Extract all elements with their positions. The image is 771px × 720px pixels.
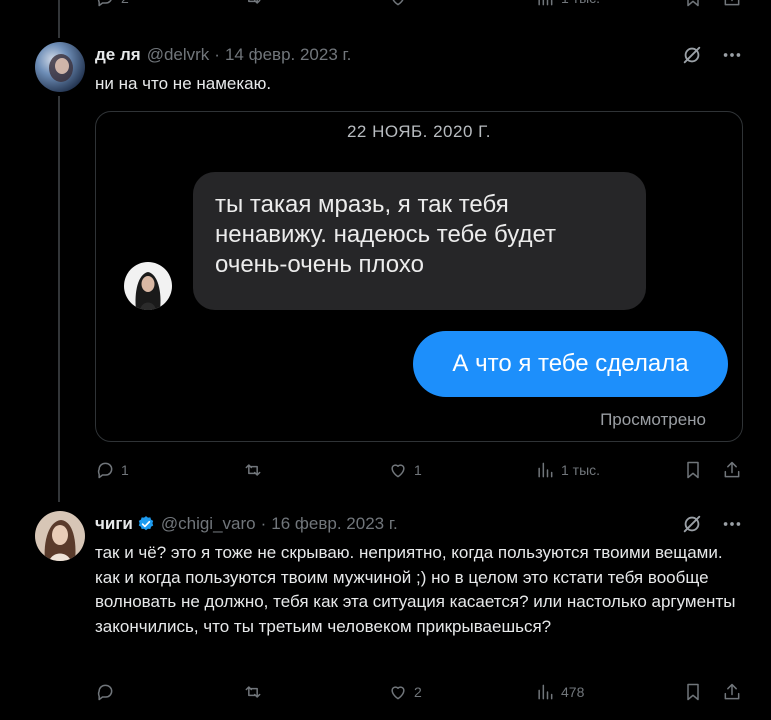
- share-button[interactable]: [722, 460, 742, 480]
- more-icon[interactable]: [721, 513, 743, 535]
- verified-icon: [138, 516, 154, 531]
- views-icon: [538, 462, 553, 478]
- views-count: 1 тыс.: [561, 0, 600, 8]
- grok-icon[interactable]: [681, 513, 703, 535]
- bookmark-button[interactable]: [683, 460, 703, 480]
- tweet-text: ни на что не намекаю.: [95, 74, 272, 93]
- tweet-media-screenshot[interactable]: 22 НОЯБ. 2020 Г. ты такая мразь, я так т…: [95, 111, 743, 442]
- reply-count: 1: [121, 462, 129, 478]
- reply-icon: [97, 0, 112, 7]
- views-icon: [538, 0, 553, 6]
- tweet2-action-row: 2 478: [95, 682, 745, 702]
- display-name[interactable]: де ля: [95, 45, 141, 65]
- views-icon: [538, 684, 553, 700]
- chat-date-header: 22 НОЯБ. 2020 Г.: [346, 122, 492, 141]
- like-icon: [392, 0, 404, 6]
- like-count: 1: [414, 462, 422, 478]
- retweet-button[interactable]: [243, 0, 263, 8]
- display-name[interactable]: чиги: [95, 514, 133, 534]
- thread-line-top: [58, 0, 60, 38]
- tweet-date[interactable]: 14 февр. 2023 г.: [225, 45, 351, 65]
- views-button[interactable]: 1 тыс.: [535, 460, 600, 480]
- user-handle[interactable]: @delvrk: [147, 45, 210, 65]
- like-count: 2: [414, 684, 422, 700]
- avatar[interactable]: [35, 42, 85, 92]
- outgoing-message-bubble: А что я тебе сделала: [413, 331, 728, 397]
- reply-button[interactable]: [95, 682, 115, 702]
- share-icon: [724, 461, 740, 478]
- bookmark-button[interactable]: [683, 0, 703, 8]
- views-count: 1 тыс.: [561, 462, 601, 478]
- tweet1-action-row: 1 1 1 тыс.: [95, 460, 745, 480]
- like-icon: [391, 464, 405, 478]
- like-button[interactable]: [388, 0, 408, 8]
- share-icon: [724, 683, 740, 700]
- bookmark-button[interactable]: [683, 682, 703, 702]
- reply-button[interactable]: 1: [95, 460, 129, 480]
- share-button[interactable]: [722, 0, 742, 8]
- reply-icon: [97, 462, 113, 479]
- avatar[interactable]: [35, 511, 85, 561]
- like-button[interactable]: 1: [388, 460, 422, 480]
- grok-icon[interactable]: [681, 44, 703, 66]
- bookmark-icon: [687, 461, 699, 479]
- reply-icon: [97, 684, 113, 701]
- retweet-icon: [245, 464, 261, 476]
- tweet2-header-icons: [681, 513, 743, 535]
- user-handle[interactable]: @chigi_varo: [161, 514, 256, 534]
- retweet-button[interactable]: [243, 682, 263, 702]
- views-button[interactable]: 478: [535, 682, 584, 702]
- tweet1-header-icons: [681, 44, 743, 66]
- tweet-text: так и чё? это я тоже не скрываю. неприят…: [95, 543, 736, 636]
- bookmark-icon: [687, 0, 699, 7]
- more-icon[interactable]: [721, 44, 743, 66]
- incoming-message-bubble: ты такая мразь, я так тебя ненавижу. над…: [193, 172, 646, 310]
- views-button[interactable]: 1 тыс.: [535, 0, 600, 8]
- chat-avatar: [124, 262, 172, 310]
- tweet1-header: де ля @delvrk · 14 февр. 2023 г.: [95, 45, 352, 65]
- tweet2-header: чиги @chigi_varo · 16 февр. 2023 г.: [95, 514, 398, 534]
- read-receipt: Просмотрено: [600, 410, 706, 429]
- like-icon: [391, 686, 405, 700]
- reply-count: 2: [121, 0, 129, 8]
- top-action-row: 2 1 тыс.: [95, 0, 745, 8]
- share-icon: [724, 0, 740, 6]
- views-count: 478: [561, 684, 585, 700]
- retweet-icon: [245, 686, 261, 698]
- thread-line-middle: [58, 96, 60, 502]
- retweet-button[interactable]: [243, 460, 263, 480]
- share-button[interactable]: [722, 682, 742, 702]
- reply-button[interactable]: 2: [95, 0, 129, 8]
- like-button[interactable]: 2: [388, 682, 422, 702]
- retweet-icon: [248, 0, 261, 4]
- tweet-date[interactable]: 16 февр. 2023 г.: [271, 514, 397, 534]
- bookmark-icon: [687, 683, 699, 701]
